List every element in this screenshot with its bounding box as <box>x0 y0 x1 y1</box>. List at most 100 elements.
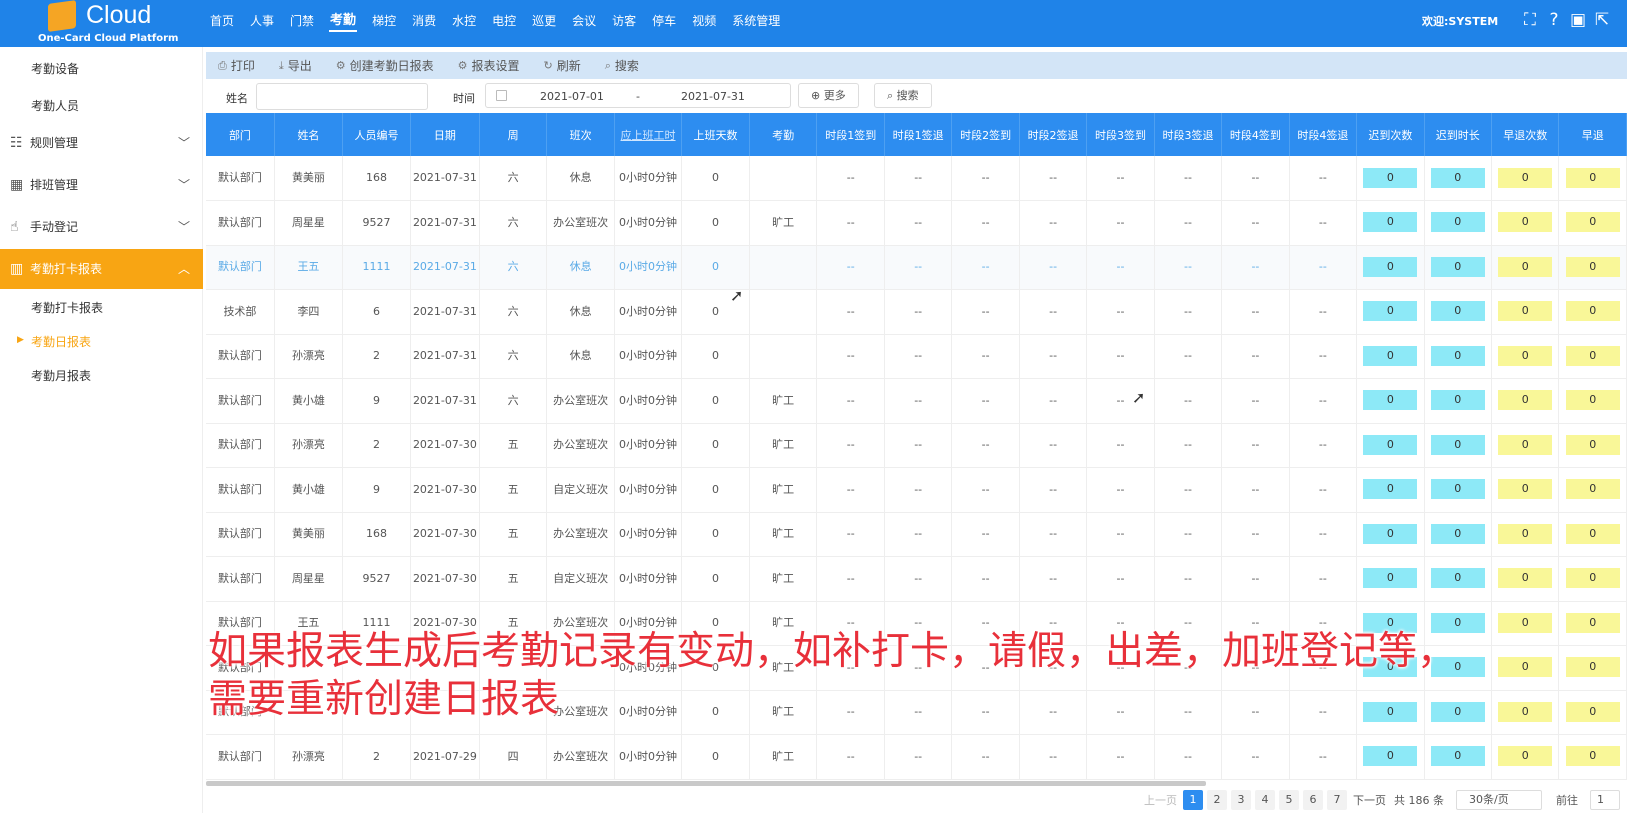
table-cell: 0小时0分钟 <box>614 556 683 602</box>
table-cell: 0小时0分钟 <box>614 245 683 290</box>
column-header: 时段1签到 <box>816 113 885 156</box>
table-row[interactable]: 技术部 李四 6 2021-07-31 六休息 0小时0分钟 0 -- -- -- -- -- -- --… <box>206 289 1627 335</box>
table-cell: 办公室班次 <box>546 734 615 780</box>
table-cell: -- <box>1086 289 1155 335</box>
search-button[interactable]: ⌕ 搜索 <box>874 83 932 108</box>
page-button[interactable]: 6 <box>1303 790 1323 810</box>
sidebar-group-2[interactable]: ☝ 手动登记 ﹀ <box>0 207 203 247</box>
date-from: 2021-07-01 <box>540 90 604 103</box>
count-pill: 0 <box>1430 212 1485 233</box>
sidebar-group-0[interactable]: ☷ 规则管理 ﹀ <box>0 123 203 163</box>
sidebar-item-1[interactable]: 考勤人员 <box>31 97 79 114</box>
nav-item-8[interactable]: 巡更 <box>531 12 557 29</box>
main-nav: 首页 人事 门禁 考勤 梯控 消费 水控 电控 巡更 会议 访客 停车 视频 系统管理 <box>209 0 795 40</box>
table-cell: -- <box>1221 467 1290 513</box>
nav-item-3[interactable]: 考勤 <box>329 9 358 32</box>
nav-item-5[interactable]: 消费 <box>411 12 437 29</box>
page-button[interactable]: 4 <box>1255 790 1275 810</box>
table-cell: 9 <box>342 467 411 513</box>
page-button[interactable]: 2 <box>1207 790 1227 810</box>
nav-item-7[interactable]: 电控 <box>491 12 517 29</box>
nav-item-0[interactable]: 首页 <box>209 12 235 29</box>
nav-item-12[interactable]: 视频 <box>691 12 717 29</box>
sidebar-subitem-2[interactable]: 考勤月报表 <box>31 367 91 384</box>
sidebar-subitem-0[interactable]: 考勤打卡报表 <box>31 299 103 316</box>
table-cell: 9527 <box>342 200 411 246</box>
toolbar-button-2[interactable]: ⚙ 创建考勤日报表 <box>336 57 434 74</box>
skin-icon[interactable]: ▣ <box>1568 10 1588 30</box>
table-cell: 黄美丽 <box>274 156 343 201</box>
table-row[interactable]: 默认部门 周星星 9527 2021-07-30 五自定义班次 0小时0分钟 0 旷工 -- --… <box>206 556 1627 602</box>
column-header[interactable]: 应上班工时 <box>614 113 683 156</box>
nav-item-13[interactable]: 系统管理 <box>731 12 781 29</box>
sidebar-subitem-1[interactable]: ▶ 考勤日报表 <box>17 333 91 350</box>
help-icon[interactable]: ? <box>1544 10 1564 30</box>
table-cell: 0 <box>1491 289 1560 335</box>
toolbar-button-label: 搜索 <box>614 59 639 73</box>
table-cell: 2 <box>342 423 411 468</box>
table-cell: 0 <box>681 423 750 468</box>
count-pill: 0 <box>1565 256 1620 277</box>
nav-item-6[interactable]: 水控 <box>451 12 477 29</box>
nav-item-4[interactable]: 梯控 <box>371 12 397 29</box>
toolbar-button-1[interactable]: ⤓ 导出 <box>279 57 312 74</box>
name-input[interactable] <box>256 83 428 110</box>
table-cell: -- <box>1086 423 1155 468</box>
nav-item-2[interactable]: 门禁 <box>289 12 315 29</box>
table-cell: -- <box>1086 200 1155 246</box>
toolbar-button-3[interactable]: ⚙ 报表设置 <box>458 57 520 74</box>
count-pill: 0 <box>1430 390 1485 411</box>
table-row[interactable]: 默认部门 黄小雄 9 2021-07-30 五自定义班次 0小时0分钟 0 旷工 -- -- -- -… <box>206 467 1627 513</box>
table-row[interactable]: 默认部门 黄美丽 168 2021-07-30 五办公室班次 0小时0分钟 0 旷工 -- -- -… <box>206 512 1627 557</box>
table-cell: -- <box>816 334 885 379</box>
logout-icon[interactable]: ⇱ <box>1592 10 1612 30</box>
page-size-select[interactable]: 30条/页 <box>1456 790 1542 810</box>
next-page-button[interactable]: 下一页 <box>1353 792 1386 808</box>
nav-item-11[interactable]: 停车 <box>651 12 677 29</box>
sidebar-item-0[interactable]: 考勤设备 <box>31 60 79 77</box>
table-row[interactable]: 默认部门 黄美丽 168 2021-07-31 六休息 0小时0分钟 0 -- -- -- -- --… <box>206 156 1627 201</box>
toolbar-button-5[interactable]: ⌕ 搜索 <box>605 57 639 74</box>
sidebar-group-3[interactable]: ▥ 考勤打卡报表 ︿ <box>0 249 203 289</box>
toolbar-button-0[interactable]: ⎙ 打印 <box>218 57 255 74</box>
app-logo[interactable]: Cloud One-Card Cloud Platform <box>38 0 178 47</box>
table-row[interactable]: 默认部门 黄小雄 9 2021-07-31 六办公室班次 0小时0分钟 0 旷工 -- -- -- -… <box>206 378 1627 424</box>
count-pill: 0 <box>1363 523 1418 544</box>
page-button[interactable]: 5 <box>1279 790 1299 810</box>
table-row[interactable]: 默认部门 孙漂亮 2 2021-07-29 四办公室班次 0小时0分钟 0 旷工 -- -- -- -… <box>206 734 1627 780</box>
table-cell: 周星星 <box>274 200 343 246</box>
column-header: 部门 <box>206 113 275 156</box>
horizontal-scrollbar[interactable] <box>206 781 1206 786</box>
table-cell: 0 <box>1558 467 1627 513</box>
count-pill: 0 <box>1430 746 1485 767</box>
nav-item-1[interactable]: 人事 <box>249 12 275 29</box>
table-row[interactable]: 默认部门 孙漂亮 2 2021-07-31 六休息 0小时0分钟 0 -- -- -- -- -- --… <box>206 334 1627 379</box>
table-row[interactable]: 默认部门 孙漂亮 2 2021-07-30 五办公室班次 0小时0分钟 0 旷工 -- -- -- -… <box>206 423 1627 468</box>
toolbar-button-4[interactable]: ↻ 刷新 <box>544 57 581 74</box>
video-caption: 如果报表生成后考勤记录有变动，如补打卡，请假，出差，加班登记等， 需要重新创建日… <box>208 628 1456 724</box>
count-pill: 0 <box>1498 390 1553 411</box>
date-range-picker[interactable]: 2021-07-01 - 2021-07-31 <box>485 83 791 108</box>
count-pill: 0 <box>1430 568 1485 589</box>
table-cell: -- <box>1289 423 1358 468</box>
table-row[interactable]: 默认部门 王五 1111 2021-07-31 六休息 0小时0分钟 0 -- -- -- -- --… <box>206 245 1627 290</box>
count-pill: 0 <box>1565 434 1620 455</box>
column-header: 时段3签退 <box>1154 113 1223 156</box>
column-header: 班次 <box>546 113 615 156</box>
column-header: 考勤 <box>749 113 818 156</box>
prev-page-button[interactable]: 上一页 <box>1144 792 1177 808</box>
nav-item-9[interactable]: 会议 <box>571 12 597 29</box>
sidebar-group-1[interactable]: ▦ 排班管理 ﹀ <box>0 165 203 205</box>
goto-input[interactable]: 1 <box>1590 790 1620 810</box>
table-cell: 0 <box>1424 378 1493 424</box>
page-button[interactable]: 1 <box>1183 790 1203 810</box>
page-button[interactable]: 7 <box>1327 790 1347 810</box>
more-button[interactable]: ⊕ 更多 <box>798 83 859 108</box>
fullscreen-icon[interactable]: ⛶ <box>1520 10 1540 30</box>
page-button[interactable]: 3 <box>1231 790 1251 810</box>
table-row[interactable]: 默认部门 周星星 9527 2021-07-31 六办公室班次 0小时0分钟 0 旷工 -- --… <box>206 200 1627 246</box>
table-cell: 黄美丽 <box>274 512 343 557</box>
table-cell: 六 <box>479 289 548 335</box>
table-cell: 2021-07-31 <box>410 200 480 246</box>
nav-item-10[interactable]: 访客 <box>611 12 637 29</box>
